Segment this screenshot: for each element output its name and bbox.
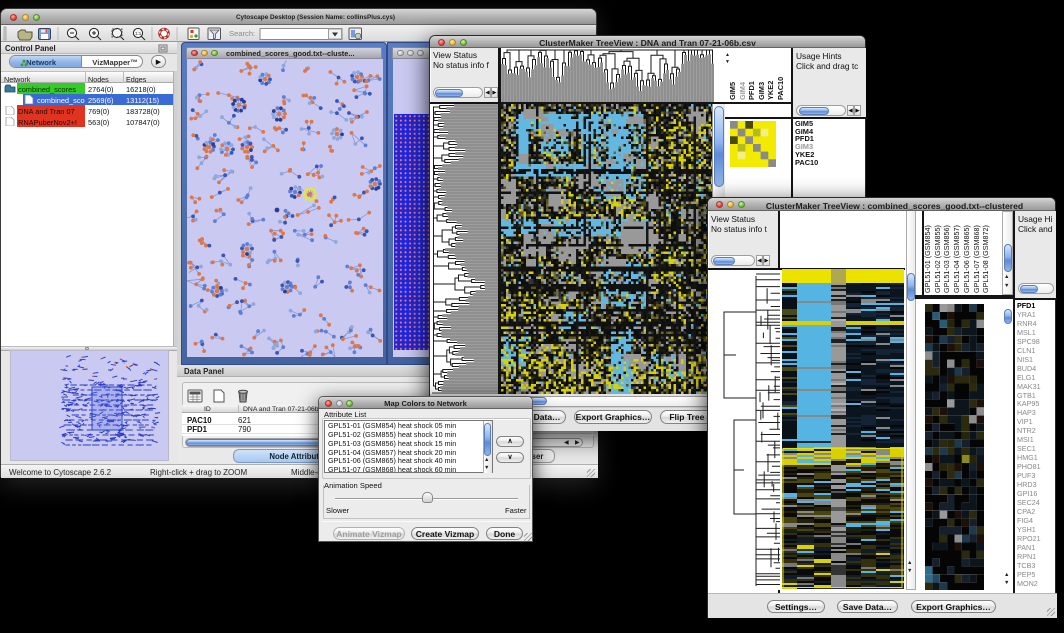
svg-text:Search:: Search: [229,29,255,38]
svg-text:1:1: 1:1 [135,31,142,36]
